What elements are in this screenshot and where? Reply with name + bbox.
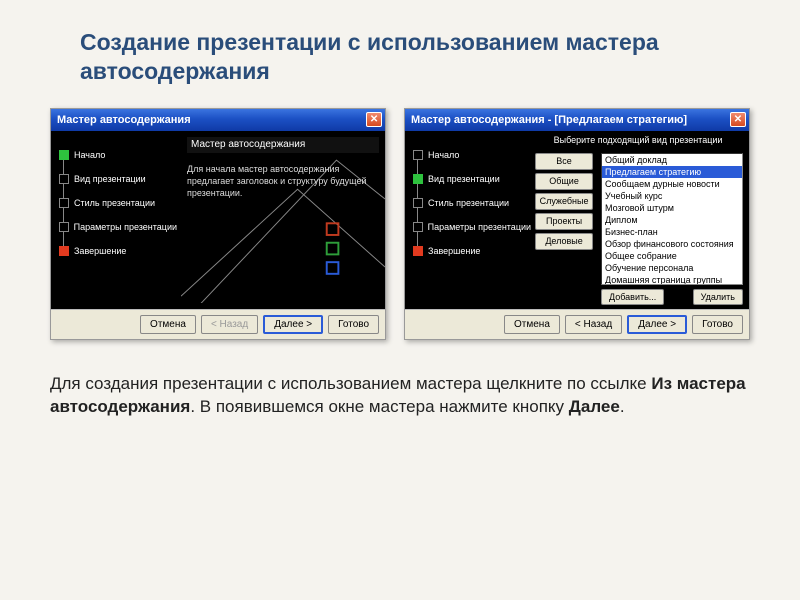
step-start: Начало [59, 143, 177, 167]
step-style: Стиль презентации [413, 191, 531, 215]
square-icon [59, 150, 69, 160]
square-icon [59, 198, 69, 208]
square-icon [413, 198, 423, 208]
close-icon[interactable]: ✕ [366, 112, 382, 127]
caption-text: Для создания презентации с использование… [50, 374, 651, 393]
list-item[interactable]: Общее собрание [602, 250, 742, 262]
step-style: Стиль презентации [59, 191, 177, 215]
square-icon [59, 222, 69, 232]
list-item[interactable]: Общий доклад [602, 154, 742, 166]
wizard-window-step2: Мастер автосодержания - [Предлагаем стра… [404, 108, 750, 340]
wizard-window-step1: Мастер автосодержания ✕ Начало Вид презе… [50, 108, 386, 340]
titlebar: Мастер автосодержания ✕ [51, 109, 385, 131]
list-item[interactable]: Сообщаем дурные новости [602, 178, 742, 190]
list-item[interactable]: Предлагаем стратегию [602, 166, 742, 178]
category-general-button[interactable]: Общие [535, 173, 593, 190]
step-label: Стиль презентации [428, 198, 509, 208]
caption-text: . [620, 397, 625, 416]
category-all-button[interactable]: Все [535, 153, 593, 170]
window-title: Мастер автосодержания [57, 114, 191, 126]
square-icon [413, 246, 423, 256]
titlebar: Мастер автосодержания - [Предлагаем стра… [405, 109, 749, 131]
step-label: Параметры презентации [74, 222, 177, 232]
list-item[interactable]: Домашняя страница группы [602, 274, 742, 285]
next-button[interactable]: Далее > [263, 315, 323, 334]
square-icon [413, 150, 423, 160]
step-finish: Завершение [413, 239, 531, 263]
wizard-body: Начало Вид презентации Стиль презентации… [51, 131, 385, 309]
window-title: Мастер автосодержания - [Предлагаем стра… [411, 114, 687, 126]
category-projects-button[interactable]: Проекты [535, 213, 593, 230]
step-list: Начало Вид презентации Стиль презентации… [59, 143, 177, 263]
cancel-button[interactable]: Отмена [504, 315, 560, 334]
step-type: Вид презентации [413, 167, 531, 191]
add-remove-row: Добавить... Удалить [601, 289, 743, 305]
finish-button[interactable]: Готово [692, 315, 743, 334]
add-button[interactable]: Добавить... [601, 289, 664, 305]
category-corporate-button[interactable]: Служебные [535, 193, 593, 210]
square-icon [413, 174, 423, 184]
caption-text: . В появившемся окне мастера нажмите кно… [190, 397, 568, 416]
panel-description: Для начала мастер автосодержания предлаг… [187, 163, 375, 199]
square-icon [59, 174, 69, 184]
square-icon [413, 222, 423, 232]
step-label: Параметры презентации [428, 222, 531, 232]
close-icon[interactable]: ✕ [730, 112, 746, 127]
step-label: Вид презентации [74, 174, 146, 184]
list-item[interactable]: Диплом [602, 214, 742, 226]
step-list: Начало Вид презентации Стиль презентации… [413, 143, 531, 263]
template-listbox[interactable]: Общий доклад Предлагаем стратегию Сообща… [601, 153, 743, 285]
step-params: Параметры презентации [59, 215, 177, 239]
cancel-button[interactable]: Отмена [140, 315, 196, 334]
back-button[interactable]: < Назад [201, 315, 258, 334]
caption-bold: Далее [569, 397, 620, 416]
panel-header: Мастер автосодержания [187, 137, 379, 153]
step-params: Параметры презентации [413, 215, 531, 239]
list-item[interactable]: Учебный курс [602, 190, 742, 202]
list-item[interactable]: Мозговой штурм [602, 202, 742, 214]
decorative-lines [181, 131, 385, 304]
step-type: Вид презентации [59, 167, 177, 191]
list-item[interactable]: Бизнес-план [602, 226, 742, 238]
step-label: Завершение [428, 246, 480, 256]
slide-title: Создание презентации с использованием ма… [80, 28, 750, 86]
step-label: Начало [74, 150, 105, 160]
wizard-body: Начало Вид презентации Стиль презентации… [405, 131, 749, 309]
back-button[interactable]: < Назад [565, 315, 622, 334]
category-business-button[interactable]: Деловые [535, 233, 593, 250]
square-icon [59, 246, 69, 256]
list-item[interactable]: Обучение персонала [602, 262, 742, 274]
step-finish: Завершение [59, 239, 177, 263]
list-item[interactable]: Обзор финансового состояния [602, 238, 742, 250]
step-label: Начало [428, 150, 459, 160]
step-label: Завершение [74, 246, 126, 256]
prompt-text: Выберите подходящий вид презентации [535, 135, 741, 145]
step-label: Вид презентации [428, 174, 500, 184]
category-buttons: Все Общие Служебные Проекты Деловые [535, 153, 593, 250]
step-start: Начало [413, 143, 531, 167]
wizard-footer: Отмена < Назад Далее > Готово [51, 309, 385, 339]
next-button[interactable]: Далее > [627, 315, 687, 334]
remove-button[interactable]: Удалить [693, 289, 743, 305]
screenshots-row: Мастер автосодержания ✕ Начало Вид презе… [50, 108, 750, 340]
finish-button[interactable]: Готово [328, 315, 379, 334]
wizard-footer: Отмена < Назад Далее > Готово [405, 309, 749, 339]
step-label: Стиль презентации [74, 198, 155, 208]
slide-caption: Для создания презентации с использование… [50, 372, 750, 420]
